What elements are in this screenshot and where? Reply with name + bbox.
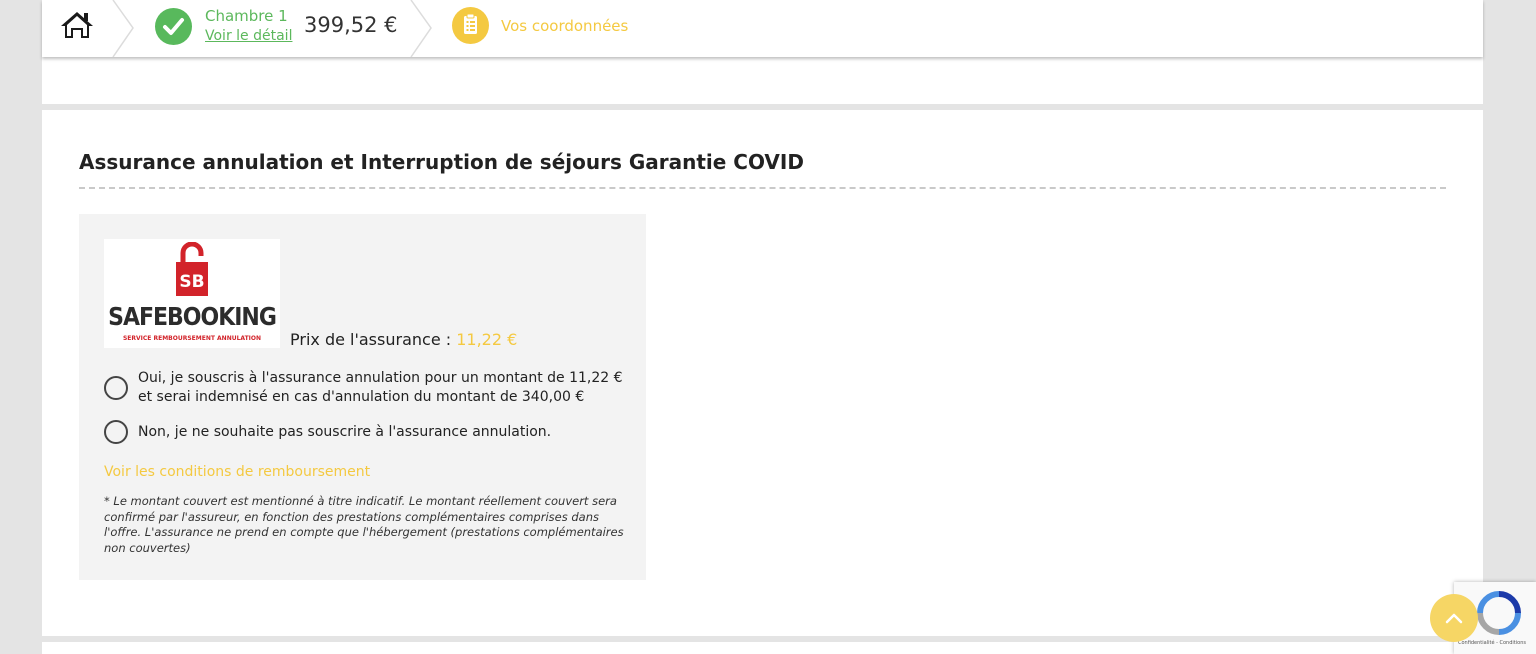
section-title: Assurance annulation et Interruption de … [79, 150, 804, 174]
logo-name: SAFEBOOKING [108, 303, 277, 332]
option-yes-label[interactable]: Oui, je souscris à l'assurance annulatio… [138, 369, 628, 407]
top-panel [42, 57, 1483, 104]
recaptcha-icon [1477, 591, 1521, 635]
radio-yes[interactable] [104, 376, 128, 400]
step-separator [410, 0, 432, 57]
safebooking-logo: SB SAFEBOOKING SERVICE REMBOURSEMENT ANN… [104, 239, 280, 348]
logo-subtitle: SERVICE REMBOURSEMENT ANNULATION [122, 335, 262, 342]
insurance-box: SB SAFEBOOKING SERVICE REMBOURSEMENT ANN… [79, 214, 646, 580]
check-icon [155, 8, 192, 45]
conditions-link[interactable]: Voir les conditions de remboursement [104, 464, 370, 480]
booking-steps-bar: Chambre 1 Voir le détail 399,52 € Vos co… [42, 0, 1483, 57]
coverage-note: * Le montant couvert est mentionné à tit… [104, 494, 624, 555]
chevron-up-icon [1445, 613, 1463, 624]
step-room-title: Chambre 1 [205, 7, 288, 25]
divider [79, 187, 1446, 189]
step-contact-label: Vos coordonnées [501, 17, 629, 35]
home-icon[interactable] [60, 10, 94, 40]
price-value: 11,22 € [456, 330, 518, 349]
room-price: 399,52 € [304, 13, 398, 37]
logo-initials: SB [179, 272, 204, 292]
lock-icon: SB [176, 242, 208, 296]
bottom-panel [42, 642, 1483, 654]
view-detail-link[interactable]: Voir le détail [205, 28, 292, 44]
scroll-top-button[interactable] [1430, 594, 1478, 642]
insurance-price: Prix de l'assurance : 11,22 € [290, 330, 517, 349]
clipboard-icon [452, 7, 489, 44]
step-separator [112, 0, 134, 57]
insurance-section: Assurance annulation et Interruption de … [42, 110, 1483, 636]
price-label: Prix de l'assurance : [290, 330, 452, 349]
radio-no[interactable] [104, 420, 128, 444]
option-no-label[interactable]: Non, je ne souhaite pas souscrire à l'as… [138, 423, 551, 442]
